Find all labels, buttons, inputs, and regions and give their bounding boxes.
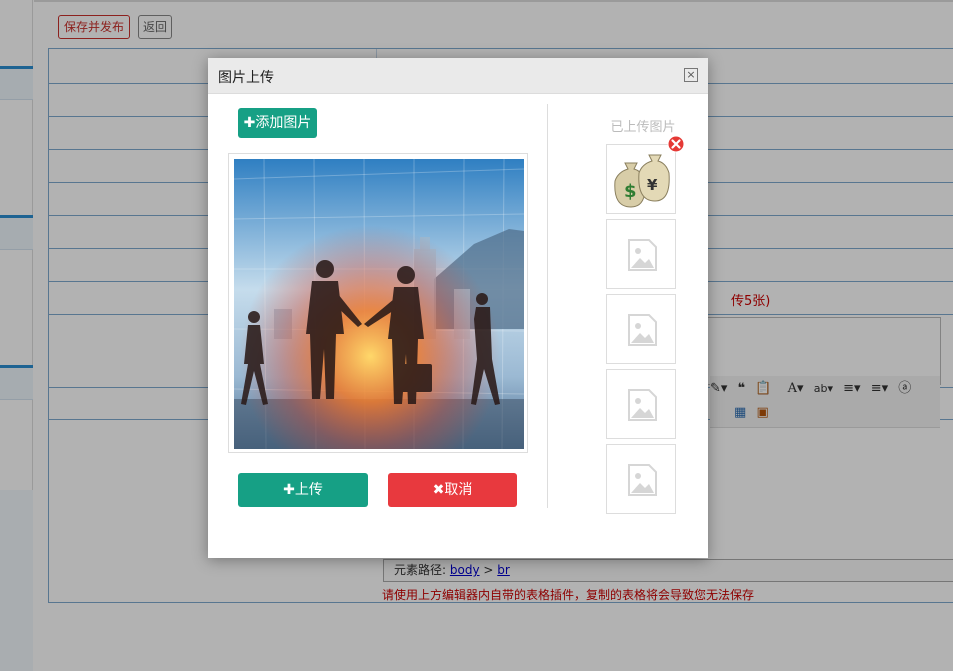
uploaded-thumb-1[interactable]: $ ¥: [606, 144, 676, 214]
image-placeholder-icon: [628, 389, 657, 421]
image-placeholder-icon: [628, 314, 657, 346]
svg-text:$: $: [624, 181, 637, 202]
dialog-header: 图片上传 ×: [208, 58, 708, 94]
image-placeholder-icon: [628, 464, 657, 496]
delete-circle-icon[interactable]: [667, 135, 685, 153]
money-bags-image: $ ¥: [614, 154, 670, 208]
close-icon[interactable]: ×: [684, 68, 698, 82]
dialog-divider: [547, 104, 548, 508]
empty-thumb-slot[interactable]: [606, 219, 676, 289]
cancel-button[interactable]: ✖取消: [388, 473, 517, 507]
cancel-label: 取消: [444, 482, 473, 498]
svg-text:¥: ¥: [647, 176, 658, 194]
empty-thumb-slot[interactable]: [606, 444, 676, 514]
close-icon: ✖: [432, 482, 445, 498]
empty-thumb-slot[interactable]: [606, 294, 676, 364]
plus-icon: ✚: [243, 115, 256, 131]
upload-label: 上传: [294, 482, 323, 498]
image-preview: [228, 153, 528, 453]
image-upload-dialog: 图片上传 × ✚添加图片 ✚上传 ✖取消 已上传图片 $ ¥: [208, 58, 708, 558]
upload-button[interactable]: ✚上传: [238, 473, 368, 507]
image-placeholder-icon: [628, 239, 657, 271]
plus-icon: ✚: [283, 482, 295, 498]
uploaded-images-title: 已上传图片: [610, 120, 676, 135]
add-image-button[interactable]: ✚添加图片: [238, 108, 317, 138]
business-handshake-image: [234, 159, 524, 449]
empty-thumb-slot[interactable]: [606, 369, 676, 439]
dialog-title: 图片上传: [218, 70, 274, 86]
add-image-label: 添加图片: [255, 115, 312, 131]
